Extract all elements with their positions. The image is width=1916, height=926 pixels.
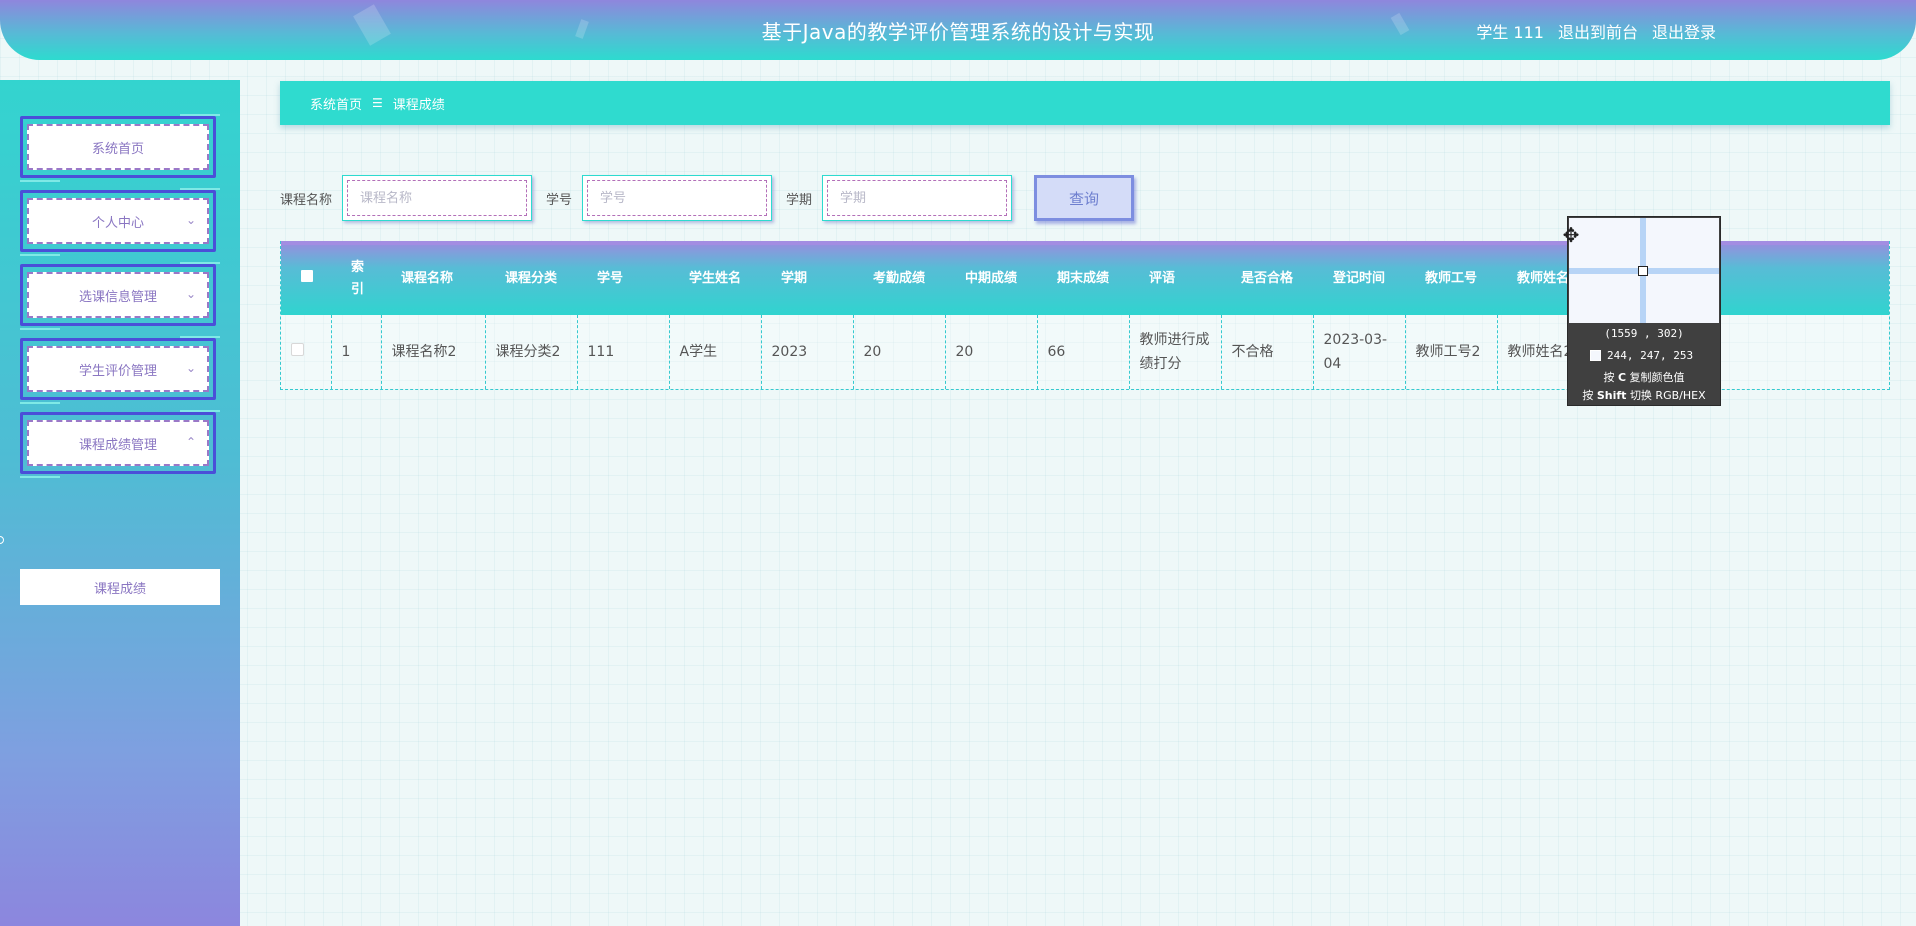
header-teacher-no: 教师工号	[1425, 270, 1478, 286]
header-comment: 评语	[1149, 270, 1176, 286]
course-name-input-frame	[342, 175, 533, 221]
sidebar-item-label: 个人中心	[27, 198, 209, 244]
header-student-no: 学号	[597, 270, 624, 286]
cell-course-category: 课程分类2	[485, 315, 578, 389]
user-label: 学生 111	[1476, 23, 1544, 42]
hint-key: Shift	[1596, 389, 1627, 402]
hint-text: 按	[1603, 371, 1615, 384]
row-checkbox[interactable]	[291, 343, 304, 356]
chevron-up-icon: ⌃	[185, 435, 196, 449]
chevron-down-icon: ⌄	[185, 361, 196, 375]
cell-attendance-score: 20	[853, 315, 946, 389]
picker-copy-hint: 按 C 复制颜色值	[1568, 369, 1720, 385]
header-attendance-score: 考勤成绩	[873, 270, 926, 286]
color-picker-magnifier	[1569, 218, 1719, 323]
breadcrumb-home[interactable]: 系统首页	[310, 94, 362, 113]
header-term: 学期	[781, 270, 808, 286]
picker-rgb-readout: 244, 247, 253	[1590, 349, 1693, 362]
top-header: 基于Java的教学评价管理系统的设计与实现 学生 111 退出到前台 退出登录	[0, 0, 1916, 60]
term-input-frame	[822, 175, 1013, 221]
sidebar-item-personal-center[interactable]: 个人中心 ⌄	[20, 188, 220, 256]
header-midterm-score: 中期成绩	[965, 270, 1018, 286]
cell-index: 1	[331, 315, 382, 389]
term-input[interactable]	[827, 180, 1008, 216]
cell-register-time: 2023-03-04	[1313, 315, 1406, 389]
select-all-cell[interactable]	[281, 242, 331, 315]
picker-toggle-hint: 按 Shift 切换 RGB/HEX	[1568, 387, 1720, 403]
student-no-label: 学号	[546, 192, 573, 208]
header-course-category: 课程分类	[505, 270, 558, 286]
student-no-input-frame	[582, 175, 773, 221]
breadcrumb-separator-icon: ☰	[372, 96, 383, 110]
student-no-input[interactable]	[587, 180, 768, 216]
header-course-name: 课程名称	[401, 270, 454, 286]
cell-student-name: A学生	[669, 315, 762, 389]
crosshair-center	[1638, 266, 1648, 276]
sidebar-item-home[interactable]: 系统首页	[20, 114, 220, 182]
color-picker-overlay: (1559 , 302) 244, 247, 253 按 C 复制颜色值 按 S…	[1567, 216, 1721, 406]
sidebar-decoration-dot	[0, 536, 4, 544]
menu-decoration	[20, 328, 60, 330]
header-passed: 是否合格	[1241, 270, 1294, 286]
breadcrumb: 系统首页 ☰ 课程成绩	[280, 81, 1890, 125]
cell-term: 2023	[761, 315, 854, 389]
header-final-score: 期末成绩	[1057, 270, 1110, 286]
sidebar-item-label: 系统首页	[27, 124, 209, 170]
cell-teacher-no: 教师工号2	[1405, 315, 1498, 389]
hint-text: 切换 RGB/HEX	[1629, 389, 1706, 402]
row-select-cell[interactable]	[281, 315, 332, 389]
submenu-item-course-score[interactable]: 课程成绩	[20, 569, 220, 605]
sidebar-item-label: 课程成绩管理	[27, 420, 209, 466]
sidebar-item-course-selection[interactable]: 选课信息管理 ⌄	[20, 262, 220, 330]
breadcrumb-current: 课程成绩	[392, 97, 445, 113]
header-index: 索引	[351, 259, 365, 297]
chevron-down-icon: ⌄	[185, 213, 196, 227]
front-page-link[interactable]: 退出到前台	[1558, 19, 1638, 43]
header-student-name: 学生姓名	[689, 270, 742, 286]
cell-course-name: 课程名称2	[381, 315, 486, 389]
query-button[interactable]: 查询	[1034, 175, 1135, 221]
sidebar-item-course-score-management[interactable]: 课程成绩管理 ⌃	[20, 410, 220, 478]
course-name-label: 课程名称	[280, 192, 333, 208]
picker-rgb-value: 244, 247, 253	[1607, 349, 1694, 362]
hint-text: 复制颜色值	[1629, 371, 1685, 384]
header-register-time: 登记时间	[1333, 270, 1386, 286]
cell-midterm-score: 20	[945, 315, 1038, 389]
picker-coordinates: (1559 , 302)	[1604, 327, 1684, 340]
select-all-checkbox[interactable]	[301, 269, 313, 282]
sidebar-item-label: 选课信息管理	[27, 272, 209, 318]
chevron-down-icon: ⌄	[185, 287, 196, 301]
menu-decoration	[20, 254, 60, 256]
course-name-input[interactable]	[347, 180, 528, 216]
menu-decoration	[20, 402, 60, 404]
cell-student-no: 111	[577, 315, 670, 389]
move-cursor-icon: ✥	[1562, 223, 1580, 247]
sidebar-item-label: 学生评价管理	[27, 346, 209, 392]
sidebar-item-student-evaluation[interactable]: 学生评价管理 ⌄	[20, 336, 220, 404]
color-swatch	[1590, 350, 1601, 361]
cell-comment: 教师进行成绩打分	[1129, 315, 1222, 389]
hint-key: C	[1617, 371, 1627, 384]
user-area: 学生 111 退出到前台 退出登录	[1476, 19, 1716, 43]
cell-final-score: 66	[1037, 315, 1130, 389]
term-label: 学期	[786, 192, 813, 208]
hint-text: 按	[1582, 389, 1594, 402]
sidebar: 系统首页 个人中心 ⌄ 选课信息管理 ⌄ 学生评价管理 ⌄ 课程成绩管理 ⌃ 课…	[0, 80, 240, 926]
menu-decoration	[20, 180, 60, 182]
cell-passed: 不合格	[1221, 315, 1314, 389]
menu-decoration	[20, 476, 60, 478]
logout-link[interactable]: 退出登录	[1652, 19, 1716, 43]
search-bar: 课程名称 学号 学期 查询	[280, 175, 1135, 221]
